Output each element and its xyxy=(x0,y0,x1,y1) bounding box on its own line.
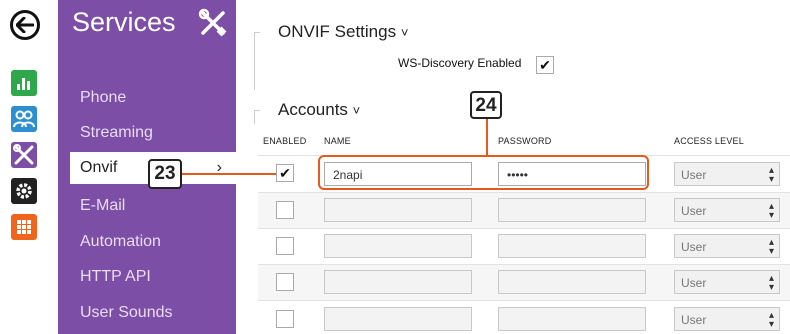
sidebar-item-phone[interactable]: Phone xyxy=(58,82,236,114)
chevron-down-icon: ˅ xyxy=(352,103,361,118)
access-level-select[interactable]: User ▴ ▾ xyxy=(674,307,780,331)
column-header-enabled: ENABLED xyxy=(263,136,307,146)
section-title-text: ONVIF Settings xyxy=(278,22,397,41)
gear-icon[interactable] xyxy=(11,178,37,204)
access-level-select[interactable]: User ▴ ▾ xyxy=(674,270,780,294)
access-level-select[interactable]: User ▴ ▾ xyxy=(674,162,780,186)
select-value: User xyxy=(681,168,707,182)
select-value: User xyxy=(681,240,707,254)
enabled-checkbox[interactable] xyxy=(276,201,294,219)
column-header-name: NAME xyxy=(324,136,351,146)
password-input[interactable] xyxy=(498,198,646,222)
accounts-header[interactable]: Accounts ˅ xyxy=(278,100,360,120)
callout-line-24 xyxy=(486,118,488,156)
password-input[interactable] xyxy=(498,234,646,258)
updown-arrow-icon: ▴ ▾ xyxy=(768,165,774,185)
updown-arrow-icon: ▴ ▾ xyxy=(768,310,774,330)
section-divider xyxy=(254,32,260,90)
callout-line-23 xyxy=(182,173,276,175)
tools-icon[interactable] xyxy=(11,142,37,168)
updown-arrow-icon: ▴ ▾ xyxy=(768,201,774,221)
chevron-right-icon: › xyxy=(216,159,222,176)
section-divider xyxy=(254,110,260,124)
highlight-box-row xyxy=(318,155,649,190)
checkmark-icon: ✔ xyxy=(279,164,291,181)
ws-discovery-label: WS-Discovery Enabled xyxy=(398,56,522,70)
column-header-access-level: ACCESS LEVEL xyxy=(674,136,744,146)
callout-24: 24 xyxy=(470,91,502,119)
sidebar-item-user-sounds[interactable]: User Sounds xyxy=(58,297,236,329)
section-title-text: Accounts xyxy=(278,100,348,119)
chevron-down-icon: ˅ xyxy=(400,25,409,40)
name-input[interactable] xyxy=(324,234,472,258)
row-divider xyxy=(258,300,790,301)
name-input[interactable] xyxy=(324,270,472,294)
sidebar-item-label: Onvif xyxy=(80,159,118,176)
users-icon[interactable] xyxy=(11,106,37,132)
updown-arrow-icon: ▴ ▾ xyxy=(768,237,774,257)
select-value: User xyxy=(681,204,707,218)
sidebar-title: Services xyxy=(72,7,176,37)
row-divider xyxy=(258,264,790,265)
column-header-password: PASSWORD xyxy=(498,136,552,146)
password-input[interactable] xyxy=(498,270,646,294)
sidebar-item-automation[interactable]: Automation xyxy=(58,226,236,258)
services-sidebar: Services Phone Streaming Onvif › E-Mail … xyxy=(58,0,236,334)
sidebar-item-email[interactable]: E-Mail xyxy=(58,190,236,222)
row-divider xyxy=(258,228,790,229)
password-input[interactable] xyxy=(498,307,646,331)
access-level-select[interactable]: User ▴ ▾ xyxy=(674,234,780,258)
access-level-select[interactable]: User ▴ ▾ xyxy=(674,198,780,222)
select-value: User xyxy=(681,313,707,327)
onvif-settings-header[interactable]: ONVIF Settings ˅ xyxy=(278,22,408,42)
enabled-checkbox[interactable] xyxy=(276,237,294,255)
name-input[interactable] xyxy=(324,307,472,331)
select-value: User xyxy=(681,276,707,290)
icon-rail xyxy=(0,0,58,334)
callout-23: 23 xyxy=(148,159,182,189)
name-input[interactable] xyxy=(324,198,472,222)
row-divider xyxy=(258,192,790,193)
updown-arrow-icon: ▴ ▾ xyxy=(768,273,774,293)
enabled-checkbox[interactable]: ✔ xyxy=(276,164,294,182)
grid-icon[interactable] xyxy=(11,214,37,240)
tools-icon xyxy=(198,8,228,38)
back-arrow-icon[interactable] xyxy=(10,10,40,40)
bar-chart-icon[interactable] xyxy=(11,70,37,96)
checkmark-icon: ✔ xyxy=(539,56,551,73)
enabled-checkbox[interactable] xyxy=(276,273,294,291)
ws-discovery-checkbox[interactable]: ✔ xyxy=(536,56,554,74)
sidebar-item-http-api[interactable]: HTTP API xyxy=(58,261,236,293)
enabled-checkbox[interactable] xyxy=(276,310,294,328)
sidebar-item-streaming[interactable]: Streaming xyxy=(58,117,236,149)
